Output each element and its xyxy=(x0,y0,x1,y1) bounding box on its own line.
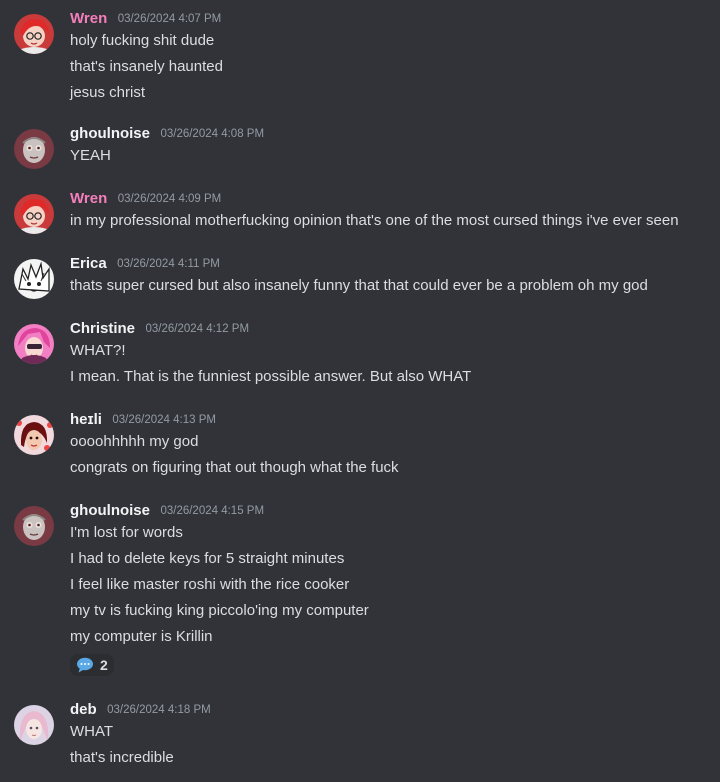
message-text: congrats on figuring that out though wha… xyxy=(70,459,399,476)
message-text: in my professional motherfucking opinion… xyxy=(70,212,679,229)
timestamp: 03/26/2024 4:18 PM xyxy=(107,704,211,716)
username[interactable]: heɪli xyxy=(70,411,102,428)
avatar-ghoulnoise-icon[interactable] xyxy=(14,506,54,546)
thread-count: 2 xyxy=(100,657,108,673)
avatar-wren-icon[interactable] xyxy=(14,194,54,234)
message-header: Wren 03/26/2024 4:09 PM xyxy=(70,188,712,210)
chat-message-list: Wren 03/26/2024 4:07 PM holy fucking shi… xyxy=(0,0,720,782)
username[interactable]: ghoulnoise xyxy=(70,502,150,519)
avatar-wren-icon[interactable] xyxy=(14,14,54,54)
message-text: my computer is Krillin xyxy=(70,628,213,645)
message-header: deb 03/26/2024 4:18 PM xyxy=(70,699,712,721)
avatar-deb-icon[interactable] xyxy=(14,705,54,745)
message-text: oooohhhhh my god xyxy=(70,433,199,450)
timestamp: 03/26/2024 4:11 PM xyxy=(117,258,220,270)
message-text: WHAT xyxy=(70,723,114,740)
username[interactable]: Christine xyxy=(70,320,135,337)
message-header: Christine 03/26/2024 4:12 PM xyxy=(70,318,712,340)
message-content: Christine 03/26/2024 4:12 PM WHAT?! I me… xyxy=(70,318,712,392)
timestamp: 03/26/2024 4:12 PM xyxy=(145,323,250,335)
message-header: Erica 03/26/2024 4:11 PM xyxy=(70,253,712,275)
username[interactable]: Erica xyxy=(70,255,107,272)
message-header: heɪli 03/26/2024 4:13 PM xyxy=(70,409,712,431)
message-text: WHAT?! xyxy=(70,342,126,359)
timestamp: 03/26/2024 4:15 PM xyxy=(160,505,265,517)
message-text: that's insanely haunted xyxy=(70,58,223,75)
message-text: my tv is fucking king piccolo'ing my com… xyxy=(70,602,369,619)
timestamp: 03/26/2024 4:07 PM xyxy=(117,13,222,25)
message-text: jesus christ xyxy=(70,84,146,101)
message-text: YEAH xyxy=(70,147,111,164)
message-text: thats super cursed but also insanely fun… xyxy=(70,277,648,294)
message-content: Wren 03/26/2024 4:09 PM in my profession… xyxy=(70,188,712,236)
avatar-ghoulnoise-icon[interactable] xyxy=(14,129,54,169)
message-content: heɪli 03/26/2024 4:13 PM oooohhhhh my go… xyxy=(70,409,712,483)
message-text: I'm lost for words xyxy=(70,524,183,541)
avatar-erica-icon[interactable] xyxy=(14,259,54,299)
message-text: I feel like master roshi with the rice c… xyxy=(70,576,350,593)
timestamp: 03/26/2024 4:08 PM xyxy=(160,128,265,140)
message-text: holy fucking shit dude xyxy=(70,32,215,49)
username[interactable]: Wren xyxy=(70,190,107,207)
message-header: Wren 03/26/2024 4:07 PM xyxy=(70,8,712,30)
message-content: deb 03/26/2024 4:18 PM WHAT that's incre… xyxy=(70,699,712,773)
timestamp: 03/26/2024 4:13 PM xyxy=(112,414,216,426)
speech-bubble-icon xyxy=(76,657,94,673)
message-content: ghoulnoise 03/26/2024 4:08 PM YEAH xyxy=(70,123,712,171)
username[interactable]: deb xyxy=(70,701,97,718)
timestamp: 03/26/2024 4:09 PM xyxy=(117,193,222,205)
avatar-heili-icon[interactable] xyxy=(14,415,54,455)
username[interactable]: ghoulnoise xyxy=(70,125,150,142)
message-text: that's incredible xyxy=(70,749,174,766)
message-content: ghoulnoise 03/26/2024 4:15 PM I'm lost f… xyxy=(70,500,712,678)
message-text: I mean. That is the funniest possible an… xyxy=(70,368,472,385)
thread-reply-button[interactable]: 2 xyxy=(70,654,114,676)
username[interactable]: Wren xyxy=(70,10,107,27)
message-text: I had to delete keys for 5 straight minu… xyxy=(70,550,345,567)
avatar-christine-icon[interactable] xyxy=(14,324,54,364)
message-header: ghoulnoise 03/26/2024 4:15 PM xyxy=(70,500,712,522)
message-content: Erica 03/26/2024 4:11 PM thats super cur… xyxy=(70,253,712,301)
message-content: Wren 03/26/2024 4:07 PM holy fucking shi… xyxy=(70,8,712,108)
message-header: ghoulnoise 03/26/2024 4:08 PM xyxy=(70,123,712,145)
